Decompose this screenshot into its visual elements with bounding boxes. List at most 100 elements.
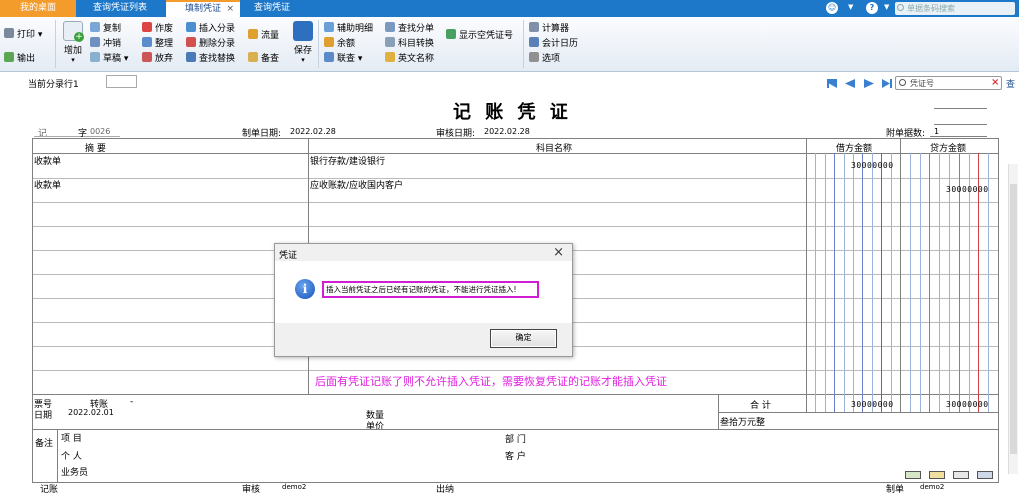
row-2-subject[interactable]: 应收账款/应收国内客户 — [310, 178, 403, 191]
export-button[interactable]: 输出 — [4, 52, 35, 65]
maker-label: 制单 — [886, 485, 905, 495]
tab-query-voucher[interactable]: 查询凭证 — [244, 0, 300, 17]
customer-label: 客 户 — [505, 452, 526, 462]
balance-icon — [324, 37, 334, 47]
tab-close-icon[interactable]: × — [226, 2, 234, 17]
row-1-summary[interactable]: 收款单 — [34, 154, 61, 167]
total-words: 叁拾万元整 — [720, 418, 766, 428]
english-name-icon — [385, 52, 395, 62]
flow-button[interactable]: 流量 — [248, 29, 279, 42]
image-icon[interactable] — [929, 471, 945, 479]
ok-button[interactable]: 确定 — [490, 329, 557, 348]
ticket-dash: - — [130, 397, 134, 407]
save-button[interactable]: 保存 ▾ — [290, 21, 316, 64]
balance-button[interactable]: 余额 — [324, 37, 355, 50]
row-1-debit[interactable]: 30000000 — [851, 161, 894, 170]
draft-icon — [90, 52, 100, 62]
info-icon: i — [295, 279, 315, 299]
aux-detail-button[interactable]: 辅助明细 — [324, 22, 373, 35]
subject-convert-button[interactable]: 科目转换 — [385, 37, 434, 50]
link-icon[interactable] — [953, 471, 969, 479]
separator — [318, 20, 319, 68]
current-row-input[interactable] — [106, 75, 137, 88]
row-2-credit[interactable]: 30000000 — [946, 185, 989, 194]
linked-query-button[interactable]: 联查 ▾ — [324, 52, 362, 65]
next-voucher-icon[interactable] — [864, 79, 874, 88]
reverse-icon — [90, 37, 100, 47]
row-2-summary[interactable]: 收款单 — [34, 178, 61, 191]
acct-calendar-button[interactable]: 会计日历 — [529, 37, 578, 50]
printer-icon — [4, 28, 14, 38]
linked-query-icon — [324, 52, 334, 62]
memo-button[interactable]: 备查 — [248, 52, 279, 65]
calculator-button[interactable]: 计算器 — [529, 22, 569, 35]
help-icon[interactable]: ? — [866, 2, 878, 14]
options-button[interactable]: 选项 — [529, 52, 560, 65]
dropdown-arrow-icon[interactable]: ▼ — [848, 3, 853, 11]
flow-icon — [248, 29, 258, 39]
copy-button[interactable]: 复制 — [90, 22, 121, 35]
row-1-subject[interactable]: 银行存款/建设银行 — [310, 154, 385, 167]
table-border — [32, 138, 999, 139]
tab-fill-voucher[interactable]: 填制凭证 × — [166, 0, 240, 17]
find-entry-button[interactable]: 查找分单 — [385, 22, 434, 35]
voucher-number[interactable]: 0026 — [90, 127, 110, 136]
auditor-name: demo2 — [282, 483, 307, 491]
print-button[interactable]: 打印 ▾ — [4, 28, 42, 41]
draft-button[interactable]: 草稿 ▾ — [90, 52, 128, 65]
query-link[interactable]: 查 — [1006, 77, 1015, 90]
insert-entry-button[interactable]: 插入分录 — [186, 22, 235, 35]
search-icon — [897, 4, 904, 11]
show-empty-voucher-button[interactable]: 显示空凭证号 — [446, 29, 513, 42]
attachments-count[interactable]: 1 — [934, 127, 939, 136]
first-voucher-icon[interactable] — [827, 79, 837, 88]
barcode-search-input[interactable]: 单据条码搜索 — [895, 2, 1015, 15]
attach-icon[interactable] — [905, 471, 921, 479]
voucher-search-placeholder: 凭证号 — [910, 79, 934, 88]
aux-detail-icon — [324, 22, 334, 32]
add-icon: + — [63, 21, 84, 42]
audit-date: 2022.02.28 — [484, 127, 530, 136]
dialog-body: i 插入当前凭证之后已经有记账的凭证，不能进行凭证插入! — [275, 261, 572, 323]
footer-date-label: 日期 — [34, 411, 53, 421]
expand-icon[interactable] — [977, 471, 993, 479]
english-name-button[interactable]: 英文名称 — [385, 52, 434, 65]
table-border — [32, 482, 999, 483]
bookkeep-label: 记账 — [40, 485, 59, 495]
delete-entry-button[interactable]: 删除分录 — [186, 37, 235, 50]
tab-voucher-list[interactable]: 查询凭证列表 — [80, 0, 160, 17]
voucher-date[interactable]: 2022.02.28 — [290, 127, 336, 136]
voucher-number-search[interactable]: 凭证号 × — [895, 76, 1002, 90]
copy-icon — [90, 22, 100, 32]
find-replace-button[interactable]: 查找替换 — [186, 52, 235, 65]
scrollbar-thumb[interactable] — [1010, 184, 1017, 454]
prev-voucher-icon[interactable] — [845, 79, 855, 88]
abandon-button[interactable]: 放弃 — [142, 52, 173, 65]
total-debit: 30000000 — [851, 400, 894, 409]
calculator-icon — [529, 22, 539, 32]
void-button[interactable]: 作废 — [142, 22, 173, 35]
salesman-label: 业务员 — [61, 468, 89, 478]
footer-date-value[interactable]: 2022.02.01 — [68, 408, 114, 417]
show-empty-icon — [446, 29, 456, 39]
reverse-button[interactable]: 冲销 — [90, 37, 121, 50]
user-icon[interactable]: ☺ — [826, 2, 838, 14]
clear-icon[interactable]: × — [991, 77, 999, 88]
vertical-scrollbar[interactable] — [1008, 164, 1018, 474]
toolbar-ribbon: 打印 ▾ 输出 + 增加 ▾ 复制 冲销 草稿 ▾ 作废 整理 放弃 插入分录 删除… — [0, 17, 1019, 72]
tab-home[interactable]: 我的桌面 — [0, 0, 76, 17]
calendar-icon — [529, 37, 539, 47]
subject-convert-icon — [385, 37, 395, 47]
help-dropdown-icon[interactable]: ▼ — [884, 3, 889, 11]
insert-entry-icon — [186, 22, 196, 32]
find-entry-icon — [385, 22, 395, 32]
maker-name: demo2 — [920, 483, 945, 491]
close-icon[interactable]: × — [553, 245, 564, 260]
add-button[interactable]: + 增加 ▾ — [60, 21, 86, 64]
last-voucher-icon[interactable] — [882, 79, 892, 88]
corner-line — [934, 108, 987, 109]
header-debit: 借方金额 — [836, 144, 873, 154]
project-label: 项 目 — [61, 434, 82, 444]
person-label: 个 人 — [61, 452, 82, 462]
tidy-button[interactable]: 整理 — [142, 37, 173, 50]
